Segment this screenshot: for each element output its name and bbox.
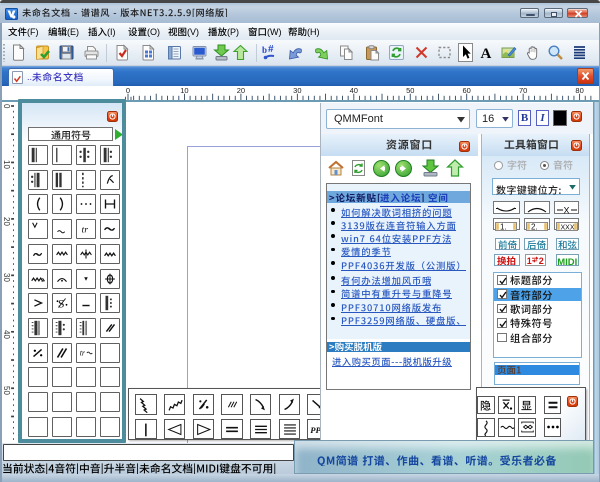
svg-text:#: #: [268, 44, 274, 55]
svg-text:A: A: [480, 46, 491, 61]
svg-text:1.: 1.: [500, 222, 507, 231]
svg-text:tr: tr: [81, 225, 88, 236]
svg-text:tr: tr: [79, 348, 85, 357]
svg-text:b: b: [262, 45, 267, 55]
svg-text:XXX: XXX: [560, 224, 574, 231]
svg-text:PPP: PPP: [310, 425, 320, 435]
svg-text:2.: 2.: [531, 222, 538, 231]
svg-text:X: X: [563, 206, 569, 216]
